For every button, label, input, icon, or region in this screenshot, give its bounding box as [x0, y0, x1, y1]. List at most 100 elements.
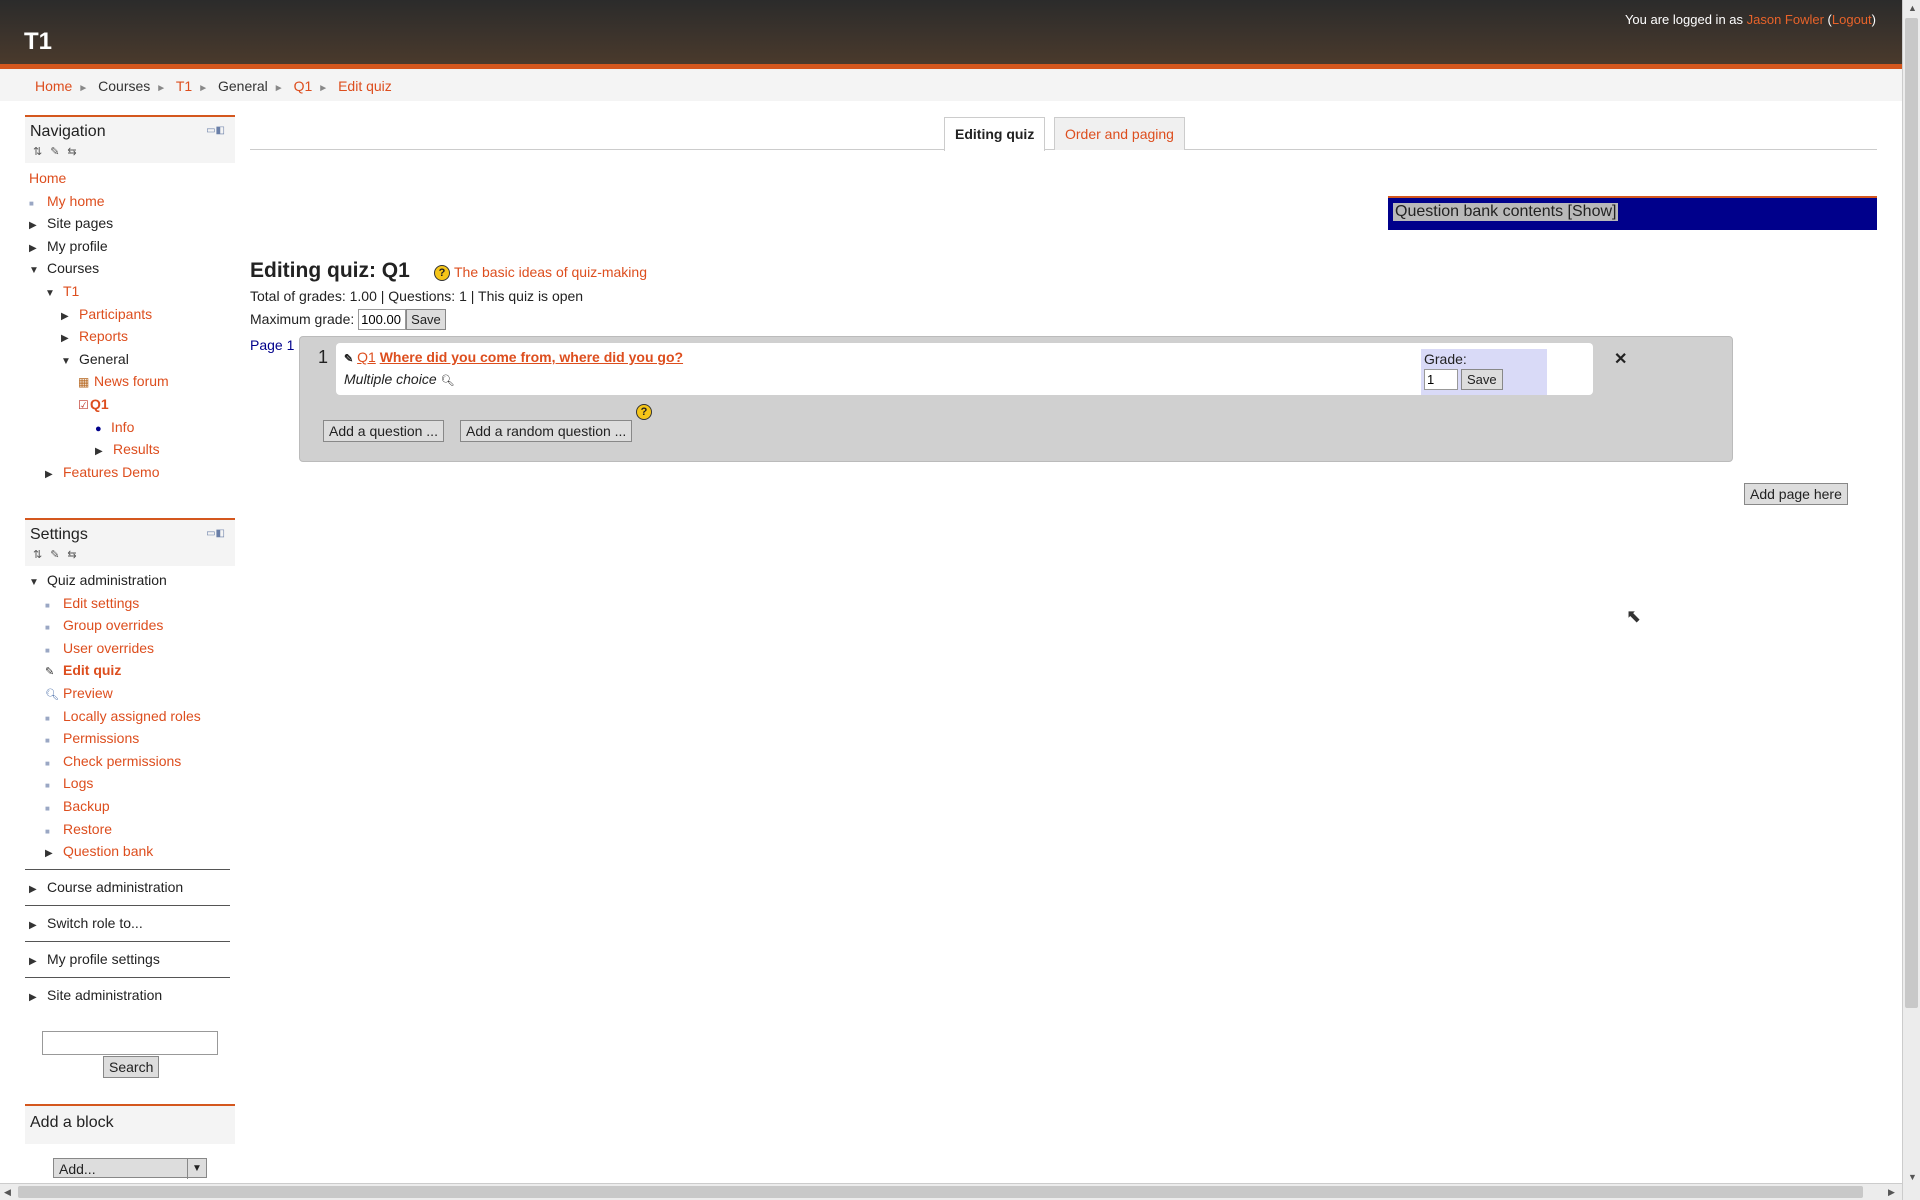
nav-item-site-pages[interactable]: ▶ Site pages	[25, 212, 235, 235]
breadcrumb: Home ► Courses ► T1 ► General ► Q1 ► Edit qui…	[0, 69, 1902, 101]
page-header: T1 You are logged in as Jason Fowler (Lo…	[0, 0, 1902, 69]
settings-item[interactable]: ▶ Question bank	[25, 840, 235, 863]
nav-item-t1[interactable]: ▼ T1	[25, 280, 235, 303]
expand-arrow-icon: ▶	[45, 468, 53, 480]
login-prefix: You are logged in as	[1624, 12, 1747, 27]
nav-item-participants[interactable]: ▶ Participants	[25, 303, 235, 326]
close-icon[interactable]: ✕	[1614, 349, 1627, 369]
question-bank-header[interactable]: Question bank contents [Show]	[1388, 196, 1877, 230]
navigation-tree: Home ■ My home ▶ Site pages ▶ My profile ▼ C…	[25, 167, 235, 483]
max-grade-label: Maximum grade:	[250, 311, 355, 327]
nav-item-my-home[interactable]: ■ My home	[25, 190, 235, 213]
edit-icon: ✎	[45, 666, 55, 679]
add-random-question-button[interactable]: Add a random question ...	[460, 420, 633, 442]
settings-item[interactable]: 🔍︎ Preview	[25, 682, 235, 705]
block-move-icon[interactable]: ⇅✎⇆	[33, 145, 85, 158]
preview-icon[interactable]: 🔍︎	[441, 375, 455, 387]
navigation-title: Navigation	[30, 123, 106, 140]
settings-item[interactable]: ■ Locally assigned roles	[25, 705, 235, 728]
block-collapse-icon[interactable]: ▭◧	[206, 528, 225, 539]
quiz-icon: ☑	[78, 397, 89, 412]
settings-item[interactable]: ■ User overrides	[25, 637, 235, 660]
settings-quiz-admin[interactable]: ▼ Quiz administration	[25, 569, 235, 592]
grade-save-button[interactable]: Save	[1461, 369, 1503, 390]
breadcrumb-edit-quiz[interactable]: Edit quiz	[338, 78, 392, 94]
question-number: 1	[318, 347, 329, 367]
edit-icon[interactable]: ✎	[344, 353, 353, 365]
add-block-header: Add a block	[25, 1104, 235, 1144]
vertical-scrollbar[interactable]: ▲ ▼	[1902, 0, 1920, 1200]
settings-profile-settings[interactable]: ▶ My profile settings	[25, 942, 235, 977]
search-button[interactable]: Search	[103, 1056, 160, 1078]
settings-item[interactable]: ■ Restore	[25, 818, 235, 841]
nav-item-my-profile[interactable]: ▶ My profile	[25, 235, 235, 258]
question-bank-toggle[interactable]: Question bank contents [Show]	[1393, 203, 1619, 221]
breadcrumb-q1[interactable]: Q1	[294, 78, 313, 94]
quiz-tabs: Editing quiz Order and paging	[250, 117, 1877, 151]
nav-item-courses[interactable]: ▼ Courses	[25, 257, 235, 280]
question-title-link[interactable]: Where did you come from, where did you g…	[380, 349, 683, 365]
question-title[interactable]: ✎ Q1 Where did you come from, where did …	[344, 349, 683, 365]
help-link[interactable]: ? The basic ideas of quiz-making	[434, 264, 647, 282]
settings-item[interactable]: ■ Check permissions	[25, 750, 235, 773]
nav-item-news-forum[interactable]: ▦ News forum	[25, 370, 235, 393]
nav-item-info[interactable]: ● Info	[25, 416, 235, 439]
block-move-icon[interactable]: ⇅✎⇆	[33, 548, 85, 561]
logout-link[interactable]: Logout	[1832, 12, 1872, 27]
settings-item[interactable]: ■ Group overrides	[25, 614, 235, 637]
scroll-right-icon[interactable]: ▶	[1888, 1187, 1895, 1198]
nav-item-home[interactable]: Home	[25, 167, 235, 190]
question-id-link[interactable]: Q1	[357, 349, 376, 365]
add-question-button[interactable]: Add a question ...	[323, 420, 444, 442]
nav-item-features-demo[interactable]: ▶ Features Demo	[25, 461, 235, 484]
settings-title: Settings	[30, 526, 88, 543]
help-icon[interactable]: ?	[434, 265, 450, 282]
horizontal-scrollbar[interactable]: ◀ ▶	[0, 1183, 1902, 1200]
scrollbar-thumb[interactable]	[18, 1186, 1863, 1198]
navigation-header: Navigation ▭◧ ⇅✎⇆	[25, 115, 235, 163]
scroll-up-icon[interactable]: ▲	[1908, 3, 1917, 13]
user-name-link[interactable]: Jason Fowler	[1747, 12, 1824, 27]
nav-item-q1[interactable]: ☑Q1	[25, 393, 235, 416]
tab-order-and-paging[interactable]: Order and paging	[1054, 117, 1185, 150]
settings-item[interactable]: ■ Logs	[25, 772, 235, 795]
settings-switch-role[interactable]: ▶ Switch role to...	[25, 906, 235, 941]
expand-arrow-icon: ▶	[29, 991, 37, 1003]
block-collapse-icon[interactable]: ▭◧	[206, 125, 225, 136]
settings-item-active[interactable]: ✎ Edit quiz	[25, 659, 235, 682]
mouse-pointer-icon: ⬉	[1626, 606, 1642, 626]
grade-input[interactable]	[1424, 369, 1458, 390]
breadcrumb-general[interactable]: General	[218, 78, 268, 94]
scroll-down-icon[interactable]: ▼	[1908, 1172, 1917, 1182]
breadcrumb-t1[interactable]: T1	[176, 78, 192, 94]
breadcrumb-courses[interactable]: Courses	[98, 78, 150, 94]
forum-icon: ▦	[78, 375, 90, 390]
login-info: You are logged in as Jason Fowler (Logou…	[1624, 12, 1876, 27]
nav-item-reports[interactable]: ▶ Reports	[25, 325, 235, 348]
settings-site-admin[interactable]: ▶ Site administration	[25, 978, 235, 1013]
scrollbar-thumb[interactable]	[1905, 18, 1918, 1008]
max-grade-row: Maximum grade: Save	[250, 309, 446, 330]
nav-item-results[interactable]: ▶ Results	[25, 438, 235, 461]
tab-editing-quiz[interactable]: Editing quiz	[944, 117, 1046, 151]
max-grade-input[interactable]	[358, 309, 407, 330]
settings-item[interactable]: ■ Permissions	[25, 727, 235, 750]
add-page-button[interactable]: Add page here	[1744, 483, 1848, 505]
nav-item-general[interactable]: ▼ General	[25, 348, 235, 371]
settings-course-admin[interactable]: ▶ Course administration	[25, 870, 235, 905]
breadcrumb-home[interactable]: Home	[35, 78, 72, 94]
settings-item[interactable]: ■ Edit settings	[25, 592, 235, 615]
settings-header: Settings ▭◧ ⇅✎⇆	[25, 518, 235, 566]
settings-item[interactable]: ■ Backup	[25, 795, 235, 818]
preview-icon: 🔍︎	[45, 688, 59, 701]
add-block-select[interactable]: Add... ▼	[53, 1158, 207, 1179]
grade-label: Grade:	[1424, 351, 1467, 367]
help-icon[interactable]: ?	[636, 404, 652, 420]
page-label: Page 1	[250, 337, 295, 353]
expand-arrow-icon: ▶	[29, 955, 37, 967]
search-input[interactable]	[42, 1031, 218, 1055]
max-grade-save-button[interactable]: Save	[406, 309, 446, 330]
scroll-left-icon[interactable]: ◀	[4, 1187, 11, 1198]
quiz-totals: Total of grades: 1.00 | Questions: 1 | T…	[250, 288, 584, 304]
question-card: ✎ Q1 Where did you come from, where did …	[336, 343, 1627, 395]
